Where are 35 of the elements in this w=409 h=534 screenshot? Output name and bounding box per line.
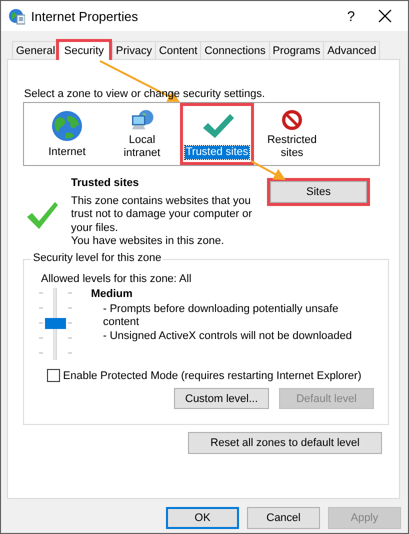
slider-thumb[interactable]	[45, 318, 66, 329]
dialog-button[interactable]: Cancel	[247, 507, 320, 529]
check-icon	[25, 199, 59, 231]
zone-title: Trusted sites	[71, 177, 140, 190]
globe-icon	[49, 108, 85, 144]
window-title: Internet Properties	[31, 8, 139, 24]
reset-button[interactable]: Reset all zones to default level	[188, 432, 382, 454]
zone-label: Restricted sites	[266, 134, 318, 160]
zone-note: You have websites in this zone.	[71, 235, 226, 248]
zone-description: This zone contains websites that you trust not to damage your computer or your files.	[71, 194, 253, 235]
sites-button[interactable]: Sites	[267, 178, 370, 206]
zone-label: Internet	[47, 146, 87, 159]
app-icon	[8, 8, 25, 24]
tab[interactable]: Privacy	[112, 41, 156, 59]
level-detail: - Unsigned ActiveX controls will not be downloaded	[102, 330, 353, 343]
zone-label: Local intranet	[122, 134, 162, 160]
zone-item[interactable]: Trusted sites	[180, 103, 254, 165]
arrow	[250, 160, 286, 180]
allowed-levels: Allowed levels for this zone: All	[41, 272, 192, 286]
tab[interactable]: Security	[56, 39, 112, 60]
checkbox-label[interactable]: Enable Protected Mode (requires restarting Internet Explorer)	[63, 370, 362, 382]
level-button[interactable]: Custom level...	[174, 388, 269, 409]
zone-item[interactable]: Internet	[30, 103, 104, 165]
zone-item[interactable]: Local intranet	[105, 103, 179, 165]
checkbox[interactable]	[47, 369, 60, 382]
zone-item[interactable]: Restricted sites	[255, 103, 329, 165]
level-detail: - Prompts before downloading potentially unsafe content	[102, 302, 340, 330]
tab[interactable]: Programs	[268, 41, 324, 59]
zone-label: Trusted sites	[184, 146, 250, 159]
close-icon[interactable]	[378, 9, 392, 23]
tab[interactable]: Advanced	[323, 41, 380, 59]
level-name: Medium	[91, 288, 134, 302]
help-button[interactable]: ?	[328, 8, 374, 24]
group-title: Security level for this zone	[31, 252, 164, 264]
dialog-button[interactable]: OK	[166, 507, 239, 529]
